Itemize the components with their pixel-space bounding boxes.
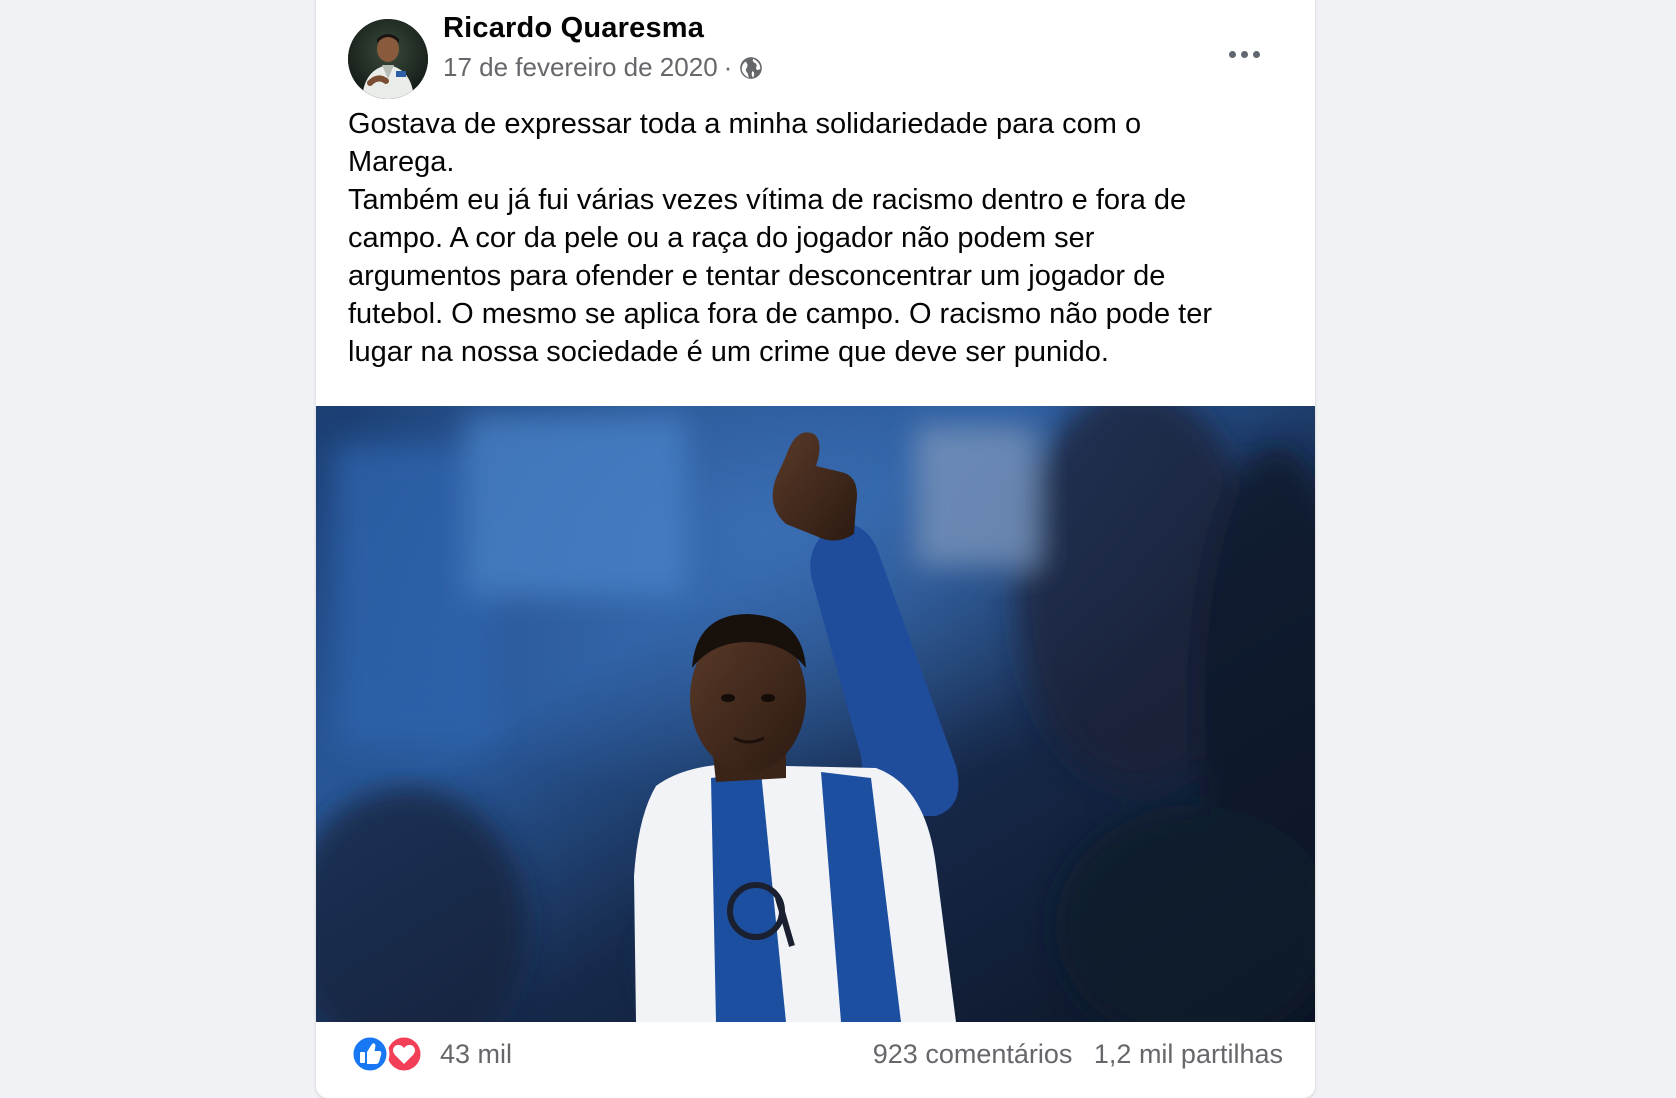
reaction-icons[interactable] bbox=[350, 1034, 426, 1074]
post-date[interactable]: 17 de fevereiro de 2020 bbox=[443, 52, 718, 83]
post-photo[interactable] bbox=[316, 406, 1315, 1022]
comments-count[interactable]: 923 comentários bbox=[873, 1039, 1073, 1069]
meta-separator: · bbox=[723, 52, 733, 82]
author-name[interactable]: Ricardo Quaresma bbox=[443, 12, 704, 45]
author-avatar[interactable] bbox=[348, 19, 428, 99]
more-options-icon[interactable] bbox=[1218, 36, 1270, 72]
post-text: Gostava de expressar toda a minha solida… bbox=[348, 108, 1212, 368]
love-icon bbox=[384, 1034, 424, 1074]
reaction-count[interactable]: 43 mil bbox=[440, 1039, 512, 1070]
shares-count[interactable]: 1,2 mil partilhas bbox=[1094, 1039, 1283, 1069]
engagement-stats: 923 comentários 1,2 mil partilhas bbox=[859, 1039, 1283, 1070]
engagement-bar: 43 mil 923 comentários 1,2 mil partilhas bbox=[316, 1022, 1315, 1098]
globe-icon[interactable] bbox=[738, 55, 764, 81]
post-card: Ricardo Quaresma 17 de fevereiro de 2020… bbox=[316, 0, 1315, 1098]
post-meta: 17 de fevereiro de 2020 · bbox=[443, 52, 764, 83]
like-icon bbox=[350, 1034, 390, 1074]
